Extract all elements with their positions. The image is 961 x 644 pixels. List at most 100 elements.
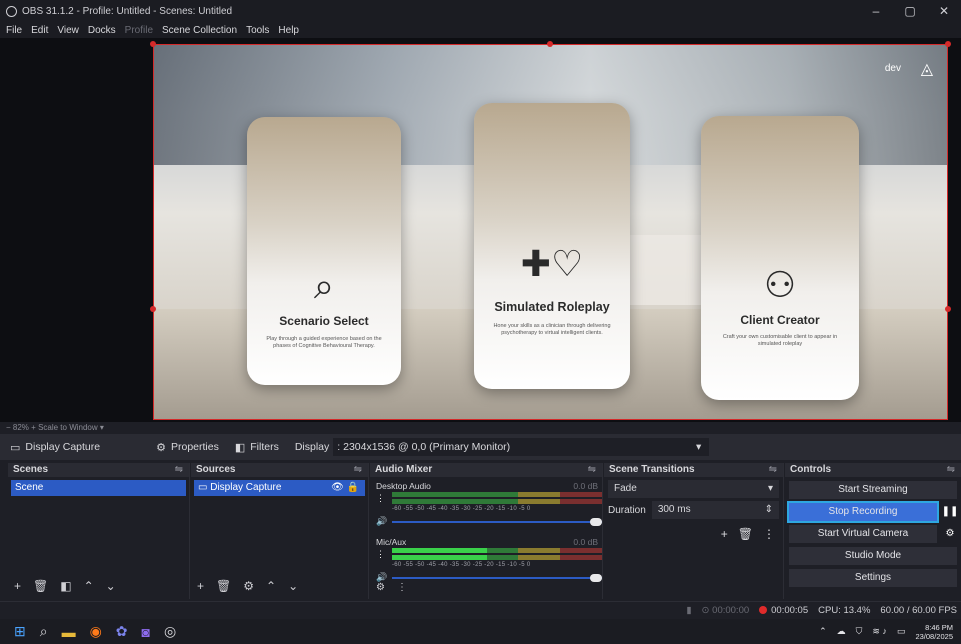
menu-view[interactable]: View: [57, 25, 79, 36]
stepper-icon[interactable]: ⇕: [765, 501, 773, 519]
resize-handle[interactable]: [150, 306, 156, 312]
security-icon[interactable]: ⛉: [856, 626, 863, 637]
trash-icon[interactable]: 🗑: [216, 579, 231, 593]
resize-handle[interactable]: [150, 41, 156, 47]
visibility-lock-icons[interactable]: 👁 🔒: [331, 480, 359, 496]
file-explorer-icon[interactable]: ▬: [62, 624, 76, 640]
resize-handle[interactable]: [547, 41, 553, 47]
start-virtual-camera-button[interactable]: Start Virtual Camera ⚙: [789, 525, 959, 543]
volume-slider[interactable]: [392, 574, 602, 582]
add-icon[interactable]: +: [197, 579, 204, 593]
menu-edit[interactable]: Edit: [31, 25, 48, 36]
channel-name: Desktop Audio: [376, 481, 431, 491]
zoom-bar: − 82% + Scale to Window ▾: [0, 422, 961, 434]
display-select-value: : 2304x1536 @ 0,0 (Primary Monitor): [337, 441, 511, 453]
float-icon[interactable]: ⇋: [769, 463, 777, 477]
card-description: Craft your own customisable client to ap…: [722, 334, 838, 347]
close-button[interactable]: ✕: [927, 0, 961, 22]
mixer-menu-icon[interactable]: ⋮: [397, 582, 407, 593]
gear-icon[interactable]: ⚙: [243, 579, 254, 593]
record-time: 00:00:05: [771, 605, 809, 616]
transition-select[interactable]: Fade ▾: [608, 480, 779, 498]
trash-icon[interactable]: 🗑: [738, 527, 753, 541]
float-icon[interactable]: ⇋: [947, 463, 955, 477]
filter-icon[interactable]: ◧: [60, 579, 71, 593]
menu-profile[interactable]: Profile: [125, 25, 153, 36]
scenes-header: Scenes ⇋: [8, 463, 189, 477]
card-description: Play through a guided experience based o…: [266, 336, 382, 349]
maximize-button[interactable]: ▢: [893, 0, 927, 22]
system-tray: ⌃ ☁ ⛉ ≋ ♪ ▭ 8:46 PM 23/08/2025: [819, 619, 953, 644]
zoom-minus[interactable]: −: [6, 423, 11, 432]
menu-docks[interactable]: Docks: [88, 25, 116, 36]
filters-button[interactable]: ◧ Filters: [235, 441, 279, 454]
start-streaming-button[interactable]: Start Streaming: [789, 481, 957, 499]
preview-canvas[interactable]: dev ◬ ⌕ Scenario Select Play through a g…: [153, 44, 948, 420]
menu-file[interactable]: File: [6, 25, 22, 36]
battery-icon[interactable]: ▭: [897, 626, 906, 637]
zoom-mode[interactable]: Scale to Window: [38, 423, 98, 432]
filters-label: Filters: [250, 441, 279, 453]
resize-handle[interactable]: [945, 41, 951, 47]
stop-recording-button[interactable]: Stop Recording ❚❚: [787, 501, 959, 523]
volume-knob[interactable]: [590, 518, 602, 526]
add-icon[interactable]: +: [721, 527, 728, 541]
chevron-up-icon[interactable]: ⌃: [819, 626, 827, 637]
volume-slider[interactable]: [392, 518, 602, 526]
settings-button[interactable]: Settings: [789, 569, 957, 587]
firefox-icon[interactable]: ◉: [90, 623, 102, 640]
channel-menu-icon[interactable]: ⋮: [376, 549, 385, 560]
controls-title: Controls: [790, 464, 832, 475]
cloud-icon[interactable]: ☁: [837, 626, 846, 637]
minimize-button[interactable]: –: [859, 0, 893, 22]
speaker-icon[interactable]: 🔊: [376, 516, 387, 527]
up-icon[interactable]: ⌃: [266, 579, 276, 593]
channel-menu-icon[interactable]: ⋮: [376, 493, 385, 504]
card-description: Hone your skills as a clinician through …: [493, 323, 611, 336]
volume-knob[interactable]: [590, 574, 602, 582]
wifi-volume-icon[interactable]: ≋ ♪: [872, 626, 887, 637]
obs-taskbar-icon[interactable]: ◎: [164, 623, 176, 640]
gear-icon[interactable]: ⚙: [941, 525, 959, 543]
scene-item[interactable]: Scene: [11, 480, 186, 496]
properties-button[interactable]: ⚙ Properties: [156, 441, 219, 454]
discord-icon[interactable]: ◙: [142, 624, 150, 640]
down-icon[interactable]: ⌄: [106, 579, 116, 593]
taskbar: ⊞ ⌕ ▬ ◉ ✿ ◙ ◎: [0, 619, 961, 644]
clock[interactable]: 8:46 PM 23/08/2025: [915, 623, 953, 641]
float-icon[interactable]: ⇋: [588, 463, 596, 477]
card-client-creator[interactable]: ⚇ Client Creator Craft your own customis…: [701, 116, 859, 400]
trash-icon[interactable]: 🗑: [33, 579, 48, 593]
resize-handle[interactable]: [945, 306, 951, 312]
studio-mode-button[interactable]: Studio Mode: [789, 547, 957, 565]
advanced-audio-icon[interactable]: ⚙: [376, 582, 385, 593]
menu-icon[interactable]: ⋮: [763, 527, 775, 541]
zoom-plus[interactable]: +: [31, 423, 36, 432]
float-icon[interactable]: ⇋: [354, 463, 362, 477]
display-select[interactable]: : 2304x1536 @ 0,0 (Primary Monitor) ▾: [333, 438, 710, 456]
scene-item-label: Scene: [15, 482, 44, 493]
scenario-search-icon: ⌕: [313, 265, 335, 306]
menu-tools[interactable]: Tools: [246, 25, 269, 36]
card-simulated-roleplay[interactable]: ✚♡ Simulated Roleplay Hone your skills a…: [474, 103, 630, 389]
sources-dock: Sources ⇋ ▭ Display Capture 👁 🔒 + 🗑 ⚙ ⌃ ⌄: [191, 463, 369, 599]
selected-source: ▭ Display Capture: [10, 441, 100, 454]
card-scenario-select[interactable]: ⌕ Scenario Select Play through a guided …: [247, 117, 401, 385]
window-title: OBS 31.1.2 - Profile: Untitled - Scenes:…: [22, 5, 233, 17]
up-icon[interactable]: ⌃: [84, 579, 94, 593]
menu-scene-collection[interactable]: Scene Collection: [162, 25, 237, 36]
duration-input[interactable]: 300 ms ⇕: [651, 501, 779, 519]
sources-title: Sources: [196, 464, 236, 475]
windows-start-icon[interactable]: ⊞: [14, 623, 26, 640]
menu-help[interactable]: Help: [278, 25, 299, 36]
add-icon[interactable]: +: [14, 579, 21, 593]
float-icon[interactable]: ⇋: [175, 463, 183, 477]
filter-icon: ◧: [234, 441, 246, 454]
down-icon[interactable]: ⌄: [288, 579, 298, 593]
source-item[interactable]: ▭ Display Capture 👁 🔒: [194, 480, 365, 496]
zoom-dropdown-icon[interactable]: ▾: [100, 423, 104, 432]
teams-icon[interactable]: ✿: [116, 623, 128, 640]
channel-db: 0.0 dB: [573, 481, 598, 491]
search-icon[interactable]: ⌕: [40, 623, 48, 640]
pause-icon[interactable]: ❚❚: [941, 503, 959, 521]
